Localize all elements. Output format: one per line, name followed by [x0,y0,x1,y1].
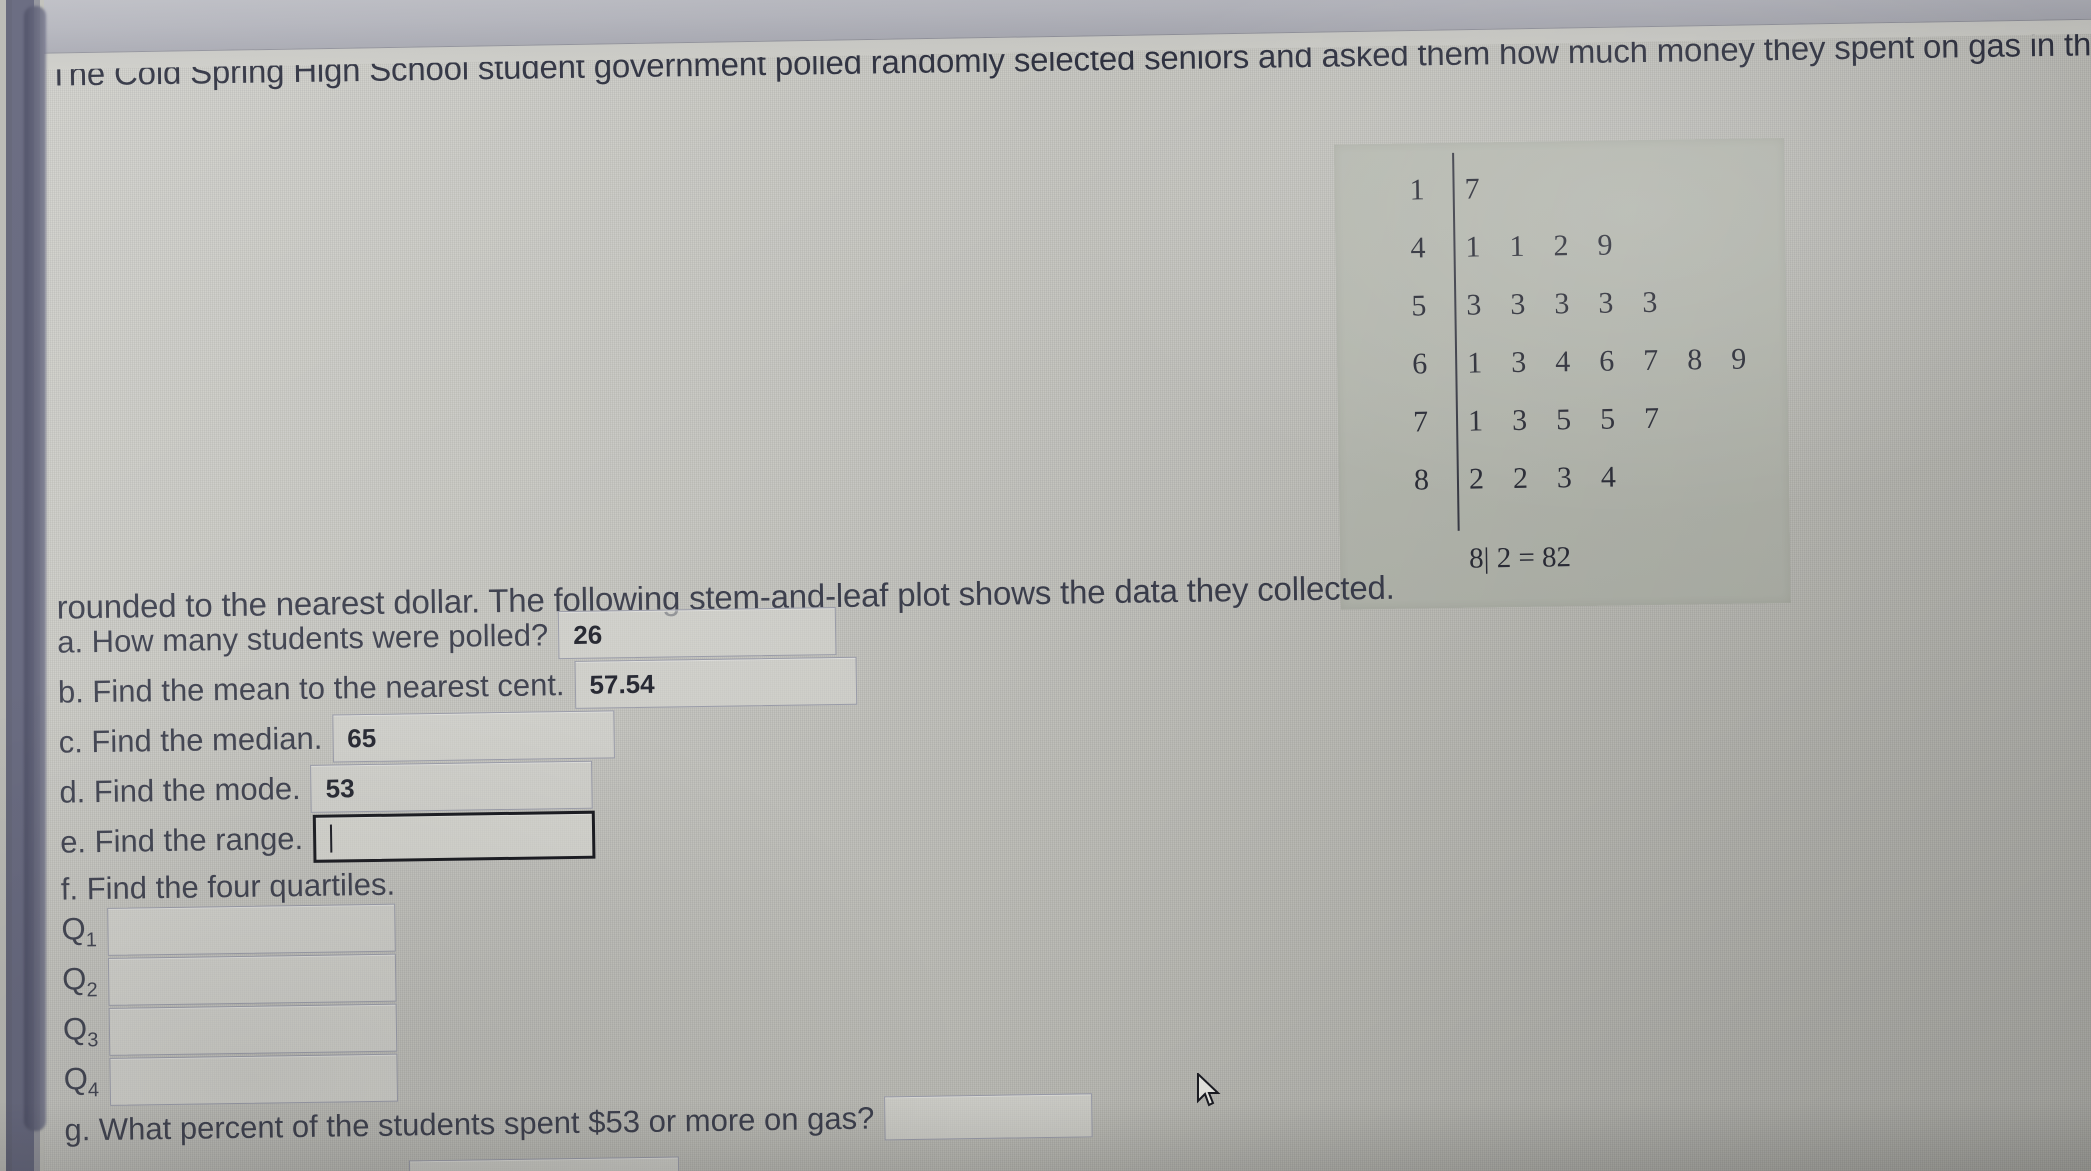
stem-value: 1 [1409,173,1425,207]
stem-leaf-row: 41129 [1335,214,1786,279]
leaf-group: 7 [1442,172,1480,207]
quartile-label-q4: Q4 [63,1061,100,1102]
leaf-value: 9 [1597,228,1613,262]
question-c-label: c. Find the median. [58,720,323,760]
leaf-value: 7 [1642,343,1659,378]
leaf-group: 1129 [1443,228,1612,265]
mouse-cursor-icon [1197,1073,1221,1107]
leaf-value: 3 [1511,403,1528,438]
leaf-value: 5 [1555,403,1572,437]
stem-value: 8 [1413,463,1430,497]
leaf-value: 3 [1556,461,1573,495]
leaf-value: 3 [1466,288,1482,322]
leaf-value: 1 [1465,230,1481,264]
answer-input-mean[interactable]: 57.54 [574,656,857,709]
answer-input-percent[interactable] [883,1093,1093,1141]
question-e-row: e. Find the range. [59,810,596,867]
stem-leaf-row: 713557 [1338,388,1789,453]
leaf-value: 7 [1464,172,1480,206]
answer-input-median[interactable]: 65 [331,710,615,763]
leaf-value: 8 [1686,343,1703,377]
quartile-row-q1: Q1 [61,903,396,957]
scrollbar-track[interactable] [24,6,46,1131]
quartile-sub-3: 3 [87,1029,99,1052]
stem-value: 4 [1410,231,1426,265]
worksheet-page: The Cold Spring High School student gove… [0,0,2091,1171]
leaf-value: 6 [1598,344,1615,378]
leaf-value: 2 [1512,461,1529,495]
answer-input-range[interactable] [312,810,596,863]
question-e-label: e. Find the range. [59,820,304,860]
question-f-heading: f. Find the four quartiles. [61,866,406,907]
quartile-sub-4: 4 [87,1079,100,1102]
leaf-group: 1346789 [1445,343,1746,381]
leaf-value: 3 [1642,285,1658,320]
stem-leaf-row: 533333 [1336,272,1787,337]
leaf-value: 4 [1600,460,1617,494]
text-caret [329,824,333,853]
leaf-value: 9 [1730,342,1747,376]
question-a-row: a. How many students were polled? 26 [57,607,837,667]
leaf-value: 4 [1554,345,1571,379]
leaf-value: 3 [1510,345,1527,380]
quartile-sub-1: 1 [85,929,98,952]
question-d-label: d. Find the mode. [59,771,301,810]
answer-value-c: 65 [347,722,377,753]
screenshot-root: Search The Cold Spring High School stude… [0,0,2091,1171]
answer-value-d: 53 [325,772,355,804]
answer-input-next-partial[interactable] [408,1156,680,1171]
leaf-value: 7 [1643,401,1660,436]
question-f-label: f. Find the four quartiles. [60,866,396,907]
answer-value-b: 57.54 [589,668,655,700]
stem-leaf-rows: 17411295333336134678971355782234 [1334,156,1789,511]
quartile-label-q1: Q1 [61,911,98,952]
leaf-group: 33333 [1444,286,1657,323]
quartile-row-q4: Q4 [63,1053,399,1107]
leaf-value: 3 [1554,287,1570,321]
answer-input-q1[interactable] [107,903,396,956]
quartile-label-q2: Q2 [61,961,98,1002]
leaf-value: 1 [1466,346,1483,380]
leaf-value: 5 [1599,402,1616,436]
stem-value: 7 [1412,405,1429,439]
answer-input-q4[interactable] [109,1053,399,1106]
next-question-row-partial [408,1156,680,1171]
leaf-group: 13557 [1446,402,1659,439]
answer-input-q2[interactable] [107,953,397,1006]
quartile-row-q2: Q2 [61,953,397,1007]
stem-leaf-key: 8| 2 = 82 [1468,541,1572,575]
leaf-value: 1 [1509,229,1525,264]
stem-leaf-row: 82234 [1339,446,1790,511]
stem-leaf-row: 17 [1334,156,1785,221]
question-b-row: b. Find the mean to the nearest cent. 57… [57,656,857,717]
stem-leaf-row: 61346789 [1337,330,1788,395]
leaf-group: 2234 [1447,460,1616,497]
leaf-value: 2 [1553,229,1569,263]
stem-and-leaf-plot: 17411295333336134678971355782234 8| 2 = … [1333,137,1791,610]
stem-value: 6 [1411,347,1428,381]
stem-value: 5 [1411,289,1427,323]
question-a-label: a. How many students were polled? [56,617,549,660]
answer-input-students-polled[interactable]: 26 [557,607,837,660]
leaf-value: 1 [1467,404,1484,438]
leaf-value: 3 [1598,286,1614,320]
answer-value-a: 26 [573,619,603,650]
quartile-label-q3: Q3 [62,1011,99,1052]
question-g-label: g. What percent of the students spent $5… [64,1100,875,1148]
quartile-row-q3: Q3 [62,1003,398,1057]
answer-input-mode[interactable]: 53 [310,760,593,813]
question-d-row: d. Find the mode. 53 [59,760,593,817]
question-c-row: c. Find the median. 65 [58,710,615,766]
question-b-label: b. Find the mean to the nearest cent. [57,667,565,710]
leaf-value: 2 [1468,462,1485,496]
leaf-value: 3 [1510,287,1526,322]
answer-input-q3[interactable] [108,1003,398,1056]
quartile-sub-2: 2 [86,979,98,1002]
